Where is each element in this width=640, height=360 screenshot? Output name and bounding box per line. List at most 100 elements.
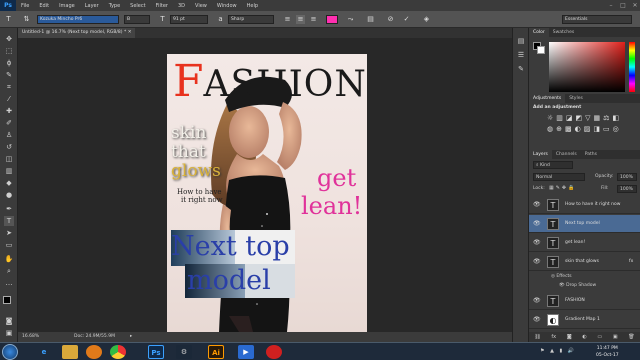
- path-selection-tool-icon[interactable]: ➤: [4, 228, 14, 238]
- delete-layer-icon[interactable]: 🗑: [628, 334, 634, 340]
- menu-3d[interactable]: 3D: [173, 3, 190, 9]
- text-color-swatch[interactable]: [326, 15, 338, 24]
- visibility-eye-icon[interactable]: 👁: [533, 297, 541, 304]
- tab-styles[interactable]: Styles: [565, 94, 587, 103]
- explorer-taskbar-icon[interactable]: [62, 345, 78, 359]
- history-panel-icon[interactable]: ▤: [516, 36, 526, 46]
- invert-icon[interactable]: ◐: [575, 125, 581, 133]
- close-tab-icon[interactable]: ✕: [128, 30, 132, 35]
- magazine-cover-artboard[interactable]: FASHION skin that glows How to have it r…: [167, 54, 367, 332]
- tab-color[interactable]: Color: [529, 28, 549, 37]
- exposure-icon[interactable]: ◩: [576, 114, 583, 122]
- new-adjustment-icon[interactable]: ◐: [582, 334, 586, 340]
- blend-mode-select[interactable]: Normal: [533, 173, 585, 181]
- visibility-eye-icon[interactable]: 👁: [533, 239, 541, 246]
- foreground-color-swatch[interactable]: [3, 296, 11, 304]
- canvas-area[interactable]: FASHION skin that glows How to have it r…: [18, 38, 512, 332]
- gradient-map-icon[interactable]: ▭: [603, 125, 610, 133]
- font-size-select[interactable]: 91 pt: [170, 15, 208, 24]
- quick-mask-icon[interactable]: ◙: [4, 316, 14, 326]
- link-layers-icon[interactable]: ⛓: [534, 334, 540, 340]
- hue-slider[interactable]: [629, 42, 635, 92]
- tab-swatches[interactable]: Swatches: [549, 28, 579, 37]
- properties-panel-icon[interactable]: ☰: [516, 50, 526, 60]
- lasso-tool-icon[interactable]: ϕ: [4, 58, 14, 68]
- layer-row[interactable]: 👁 T FASHION: [529, 292, 640, 310]
- brush-tool-icon[interactable]: ✐: [4, 118, 14, 128]
- gradient-tool-icon[interactable]: ▥: [4, 166, 14, 176]
- fill-input[interactable]: 100%: [617, 185, 637, 193]
- hue-saturation-icon[interactable]: ▦: [594, 114, 601, 122]
- layer-row[interactable]: 👁 T skin that glows fx: [529, 253, 640, 271]
- tab-adjustments[interactable]: Adjustments: [529, 94, 566, 103]
- menu-view[interactable]: View: [190, 3, 212, 9]
- dodge-tool-icon[interactable]: ●: [4, 190, 14, 200]
- posterize-icon[interactable]: ▨: [584, 125, 591, 133]
- align-right-icon[interactable]: ≡: [309, 15, 318, 24]
- color-background-swatch[interactable]: [537, 46, 545, 54]
- layer-row[interactable]: 👁 T get lean!: [529, 234, 640, 252]
- more-tools-icon[interactable]: …: [4, 278, 14, 288]
- layer-filter-kind-select[interactable]: ⌕ Kind: [533, 161, 573, 169]
- brush-panel-icon[interactable]: ✎: [516, 64, 526, 74]
- align-left-icon[interactable]: ≡: [283, 15, 292, 24]
- menu-edit[interactable]: Edit: [34, 3, 54, 9]
- color-balance-icon[interactable]: ⚖: [603, 114, 609, 122]
- quick-select-tool-icon[interactable]: ✎: [4, 70, 14, 80]
- font-family-select[interactable]: Kozuka Mincho Pr6: [37, 15, 119, 24]
- add-style-icon[interactable]: fx: [551, 334, 556, 340]
- tab-paths[interactable]: Paths: [581, 150, 601, 159]
- cancel-edits-icon[interactable]: ⊘: [386, 15, 395, 24]
- new-group-icon[interactable]: ▭: [597, 334, 602, 340]
- new-layer-icon[interactable]: ▣: [613, 334, 618, 340]
- font-style-select[interactable]: B: [124, 15, 150, 24]
- record-taskbar-icon[interactable]: [266, 345, 282, 359]
- effects-row[interactable]: ◎ Effects: [551, 274, 572, 279]
- align-center-icon[interactable]: ≡: [296, 15, 305, 24]
- menu-type[interactable]: Type: [104, 3, 125, 9]
- menu-layer[interactable]: Layer: [80, 3, 104, 9]
- illustrator-taskbar-icon[interactable]: Ai: [208, 345, 224, 359]
- visibility-eye-icon[interactable]: 👁: [533, 258, 541, 265]
- pen-tool-icon[interactable]: ✒: [4, 204, 14, 214]
- layer-row[interactable]: 👁 ◐ Gradient Map 1: [529, 311, 640, 329]
- type-tool-preset-icon[interactable]: T: [4, 15, 13, 24]
- black-white-icon[interactable]: ◧: [612, 114, 619, 122]
- curves-icon[interactable]: ◪: [566, 114, 573, 122]
- lock-icons[interactable]: ▦✎✥🔒: [549, 185, 576, 191]
- toggle-text-orientation-icon[interactable]: ⇅: [22, 15, 31, 24]
- menu-window[interactable]: Window: [212, 3, 242, 9]
- doc-size[interactable]: Doc: 24.9M/55.9M: [74, 332, 115, 342]
- screen-mode-icon[interactable]: ▣: [4, 328, 14, 338]
- photoshop-taskbar-icon[interactable]: Ps: [148, 345, 164, 359]
- menu-file[interactable]: File: [16, 3, 34, 9]
- zoom-tool-icon[interactable]: ⌕: [4, 266, 14, 276]
- document-tab[interactable]: Untitled-1 @ 16.7% (Next top model, RGB/…: [18, 28, 136, 38]
- maximize-button[interactable]: □: [618, 1, 628, 10]
- clone-stamp-tool-icon[interactable]: ♙: [4, 130, 14, 140]
- type-tool-icon[interactable]: T: [4, 216, 14, 226]
- close-button[interactable]: ✕: [630, 1, 640, 10]
- eraser-tool-icon[interactable]: ◫: [4, 154, 14, 164]
- marquee-tool-icon[interactable]: ⬚: [4, 46, 14, 56]
- fx-badge-icon[interactable]: fx: [629, 259, 633, 264]
- visibility-eye-icon[interactable]: 👁: [533, 201, 541, 208]
- workspace-select[interactable]: Essentials: [562, 15, 632, 24]
- tab-channels[interactable]: Channels: [552, 150, 581, 159]
- photo-filter-icon[interactable]: ◍: [547, 125, 553, 133]
- status-menu-arrow-icon[interactable]: ▸: [130, 332, 132, 342]
- chrome-taskbar-icon[interactable]: [110, 345, 126, 359]
- add-mask-icon[interactable]: ◙: [567, 334, 572, 340]
- blur-tool-icon[interactable]: ◆: [4, 178, 14, 188]
- menu-filter[interactable]: Filter: [151, 3, 173, 9]
- move-tool-icon[interactable]: ✥: [4, 34, 14, 44]
- menu-help[interactable]: Help: [242, 3, 263, 9]
- color-lookup-icon[interactable]: ▩: [565, 125, 572, 133]
- commit-edits-icon[interactable]: ✓: [402, 15, 411, 24]
- layer-row[interactable]: 👁 T How to have it right now: [529, 196, 640, 214]
- levels-icon[interactable]: ▥: [556, 114, 563, 122]
- layer-row-selected[interactable]: 👁 T Next top model: [529, 215, 640, 233]
- healing-brush-tool-icon[interactable]: ✚: [4, 106, 14, 116]
- hand-tool-icon[interactable]: ✋: [4, 254, 14, 264]
- tray-icons[interactable]: ⚑ ▲ ▮ 🔊: [540, 348, 576, 354]
